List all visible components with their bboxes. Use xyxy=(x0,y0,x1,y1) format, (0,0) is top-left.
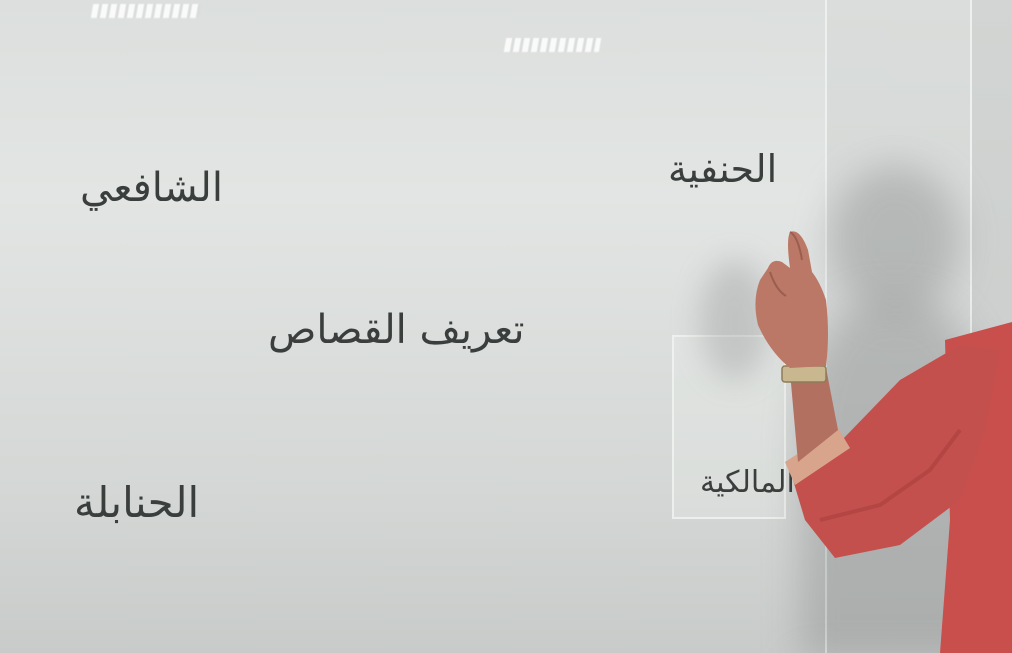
presenter-arm xyxy=(755,231,1012,653)
hand xyxy=(755,231,828,368)
wristwatch xyxy=(781,365,827,383)
whiteboard-scene: الشافعي الحنفية تعريف القصاص الحنابلة ال… xyxy=(0,0,1012,653)
